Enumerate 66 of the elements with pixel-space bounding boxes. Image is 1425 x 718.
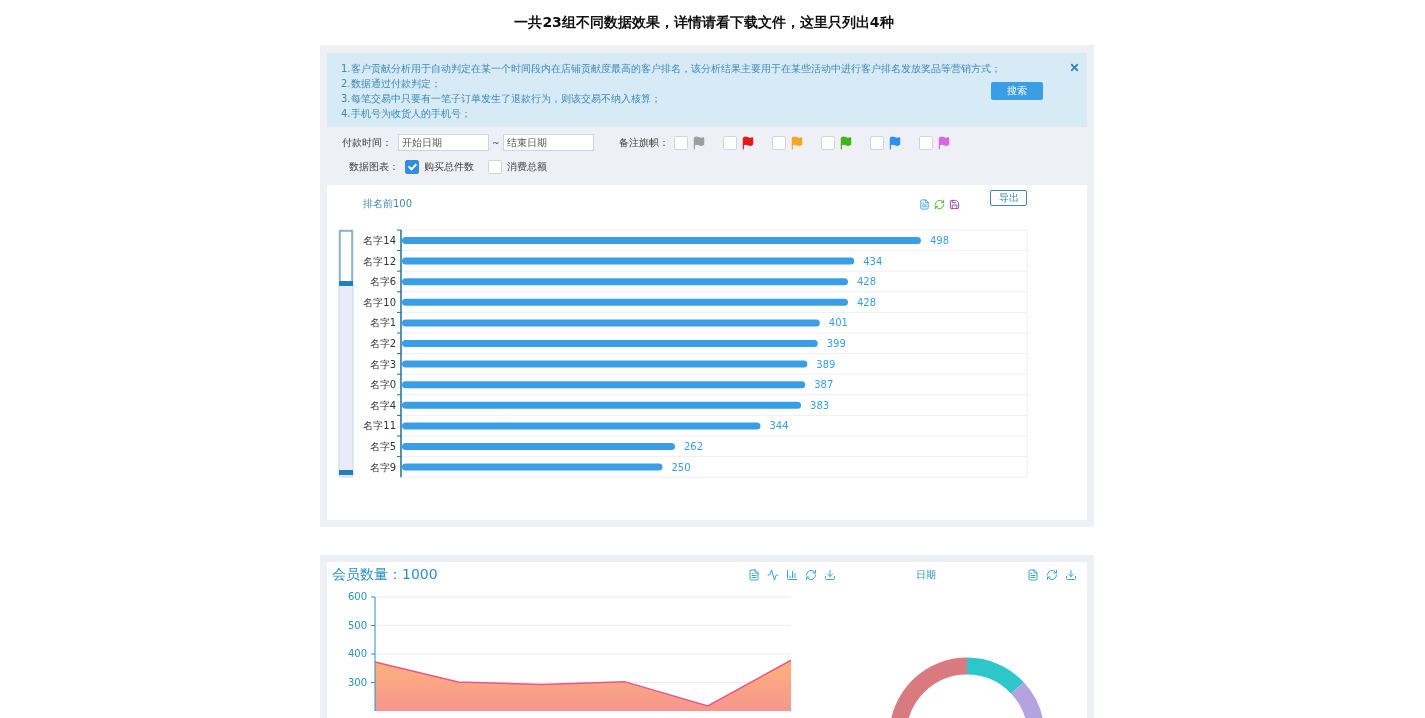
range-separator: ~ <box>492 137 500 148</box>
start-date-field[interactable]: 开始日期 <box>398 134 489 151</box>
value-label: 383 <box>810 399 830 411</box>
flag-checkbox[interactable] <box>771 135 786 150</box>
end-date-field[interactable]: 结束日期 <box>502 134 594 151</box>
chart-type-checkbox[interactable] <box>405 159 419 174</box>
value-label: 389 <box>816 358 836 370</box>
value-label: 387 <box>814 379 834 391</box>
chart-type-option: 消费总额 <box>507 159 547 174</box>
notice-text: 1.客户贡献分析用于自动判定在某一个时间段内在店铺贡献度最高的客户排名，该分析结果主要用于在某些活动中进行客户排名发放奖品等营销方式； <box>341 62 1001 76</box>
donut-title: 日期 <box>915 568 937 582</box>
category-label: 名字12 <box>363 255 396 267</box>
value-label: 250 <box>671 461 691 473</box>
close-icon[interactable] <box>1069 62 1080 73</box>
category-label: 名字5 <box>369 441 396 452</box>
value-label: 399 <box>826 338 846 349</box>
data-view-icon[interactable] <box>919 198 930 210</box>
notice-text: 3.每笔交易中只要有一笔子订单发生了退款行为，则该交易不纳入核算； <box>341 92 661 106</box>
category-label: 名字0 <box>369 379 396 391</box>
chart-type-label: 数据图表： <box>349 159 399 174</box>
save-icon[interactable] <box>949 198 960 210</box>
member-count-title: 会员数量：1000 <box>332 565 439 584</box>
y-tick-label: 600 <box>347 591 367 603</box>
page-title: 一共23组不同数据效果，详情请看下载文件，这里只列出4种 <box>513 12 895 32</box>
flag-checkbox[interactable] <box>918 135 933 150</box>
value-label: 262 <box>684 441 704 452</box>
flag-label: 备注旗帜： <box>618 135 669 150</box>
refresh-icon[interactable] <box>805 568 817 581</box>
flag-checkbox[interactable] <box>820 135 835 150</box>
zoom-slider[interactable] <box>338 229 354 478</box>
category-label: 名字6 <box>369 276 396 288</box>
value-label: 428 <box>857 296 877 308</box>
value-label: 498 <box>929 235 949 246</box>
data-view-icon[interactable] <box>748 568 760 581</box>
chart-type-option: 购买总件数 <box>424 159 474 174</box>
category-label: 名字1 <box>369 317 396 329</box>
category-label: 名字11 <box>363 420 396 432</box>
notice-text: 2.数据通过付款判定； <box>341 77 441 91</box>
chart-title: 排名前100 <box>363 197 414 211</box>
data-view-icon[interactable] <box>1027 569 1039 581</box>
refresh-icon[interactable] <box>934 198 945 210</box>
y-tick-label: 400 <box>347 648 367 660</box>
download-icon[interactable] <box>824 568 836 581</box>
category-label: 名字3 <box>369 358 396 370</box>
flag-checkbox[interactable] <box>722 135 737 150</box>
value-label: 428 <box>857 276 877 288</box>
export-button[interactable]: 导出 <box>990 190 1027 206</box>
category-label: 名字14 <box>363 235 396 246</box>
y-tick-label: 300 <box>347 676 367 688</box>
y-tick-label: 500 <box>347 619 367 631</box>
value-label: 401 <box>828 317 848 329</box>
value-label: 344 <box>769 420 789 432</box>
flag-checkbox[interactable] <box>673 135 688 150</box>
bar-chart-icon[interactable] <box>786 568 798 581</box>
category-label: 名字9 <box>369 461 396 473</box>
category-label: 名字2 <box>369 338 396 349</box>
date-label: 付款时间： <box>342 135 392 150</box>
category-label: 名字4 <box>369 399 396 411</box>
notice-text: 4.手机号为收货人的手机号； <box>341 107 471 121</box>
category-label: 名字10 <box>363 296 396 308</box>
line-chart-icon[interactable] <box>767 568 779 581</box>
value-label: 434 <box>863 255 883 267</box>
download-icon[interactable] <box>1065 569 1077 581</box>
flag-checkbox[interactable] <box>869 135 884 150</box>
refresh-icon[interactable] <box>1046 569 1058 581</box>
search-button[interactable]: 搜索 <box>991 82 1043 100</box>
